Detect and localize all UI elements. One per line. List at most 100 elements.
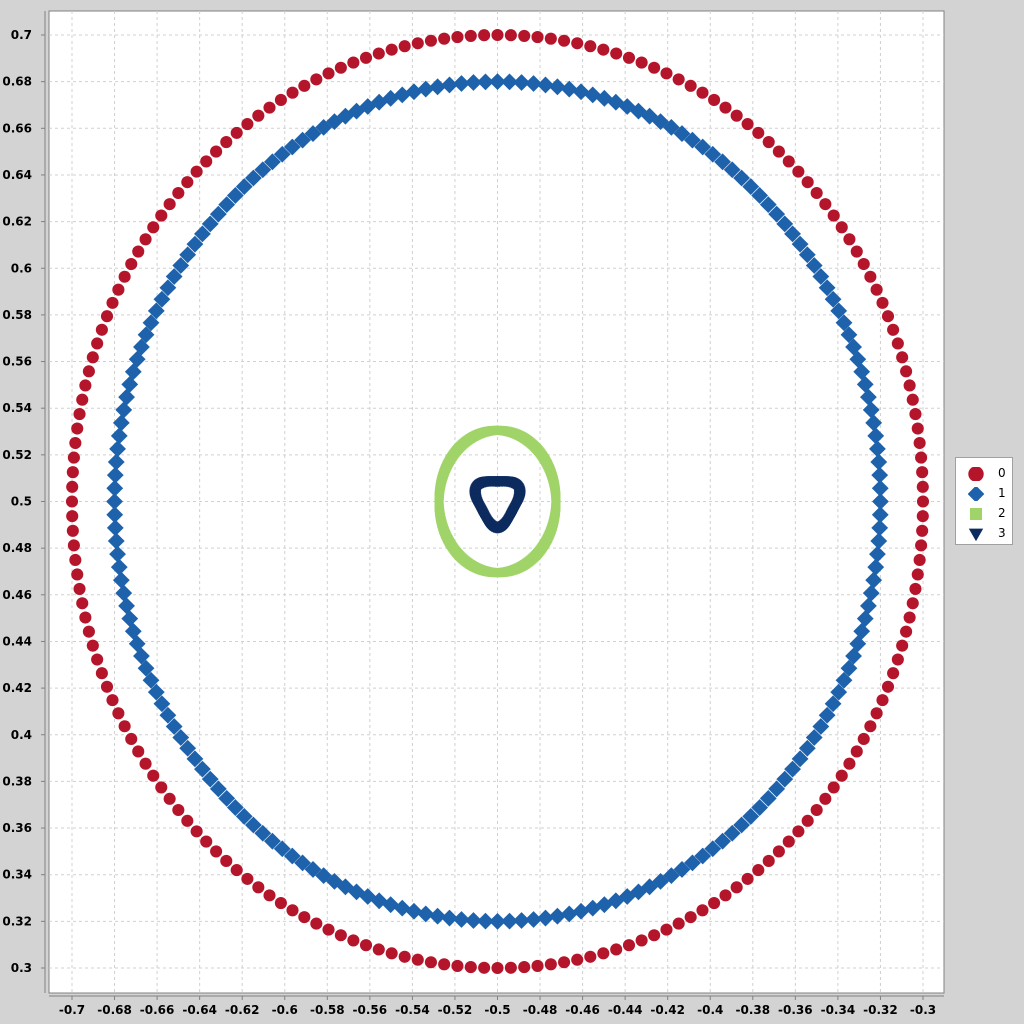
data-point	[491, 961, 504, 975]
data-point	[835, 221, 848, 234]
data-point	[870, 707, 883, 720]
data-point	[86, 639, 99, 652]
legend-marker-square-icon	[970, 508, 982, 520]
data-point	[200, 155, 213, 168]
data-point	[887, 667, 900, 680]
data-point	[274, 93, 287, 107]
data-point	[65, 495, 79, 508]
data-point	[163, 198, 176, 211]
x-tick-label: -0.4	[697, 1003, 723, 1017]
data-point	[610, 943, 623, 956]
data-point	[903, 379, 916, 392]
data-point	[558, 956, 571, 969]
data-point	[76, 393, 89, 406]
data-point	[132, 745, 145, 758]
data-point	[916, 524, 929, 537]
data-point	[896, 351, 909, 364]
data-point	[91, 337, 104, 350]
data-point	[558, 34, 571, 47]
data-point	[504, 29, 517, 42]
data-point	[827, 209, 840, 222]
legend-marker	[970, 508, 982, 520]
data-point	[916, 466, 929, 479]
data-point	[322, 67, 335, 80]
data-point	[71, 422, 84, 435]
data-point	[635, 56, 648, 69]
data-point	[438, 32, 451, 45]
data-point	[200, 835, 213, 848]
data-point	[172, 186, 185, 200]
data-point	[881, 680, 895, 693]
data-point	[584, 950, 597, 963]
legend-label: 3	[998, 526, 1006, 540]
data-point	[906, 393, 919, 406]
data-point	[91, 653, 104, 666]
data-point	[551, 498, 561, 508]
legend-marker	[968, 467, 984, 481]
y-tick-label: 0.4	[11, 728, 32, 742]
data-point	[518, 961, 531, 974]
y-tick-label: 0.46	[2, 588, 32, 602]
y-tick-label: 0.36	[2, 821, 32, 835]
data-point	[870, 283, 883, 296]
data-point	[181, 176, 194, 189]
data-point	[792, 165, 805, 178]
data-point	[334, 61, 347, 74]
x-tick-label: -0.64	[182, 1003, 217, 1017]
data-point	[916, 510, 929, 523]
data-point	[903, 611, 916, 624]
data-point	[438, 958, 451, 971]
data-point	[887, 323, 900, 336]
data-point	[118, 720, 131, 733]
data-point	[66, 524, 79, 537]
data-point	[100, 680, 114, 693]
data-point	[891, 653, 904, 666]
y-tick-label: 0.5	[11, 495, 32, 509]
data-point	[752, 864, 765, 877]
legend-label: 1	[998, 486, 1006, 500]
data-point	[359, 51, 373, 64]
legend-marker-circle-icon	[968, 467, 984, 481]
data-point	[684, 79, 697, 92]
data-point	[801, 176, 814, 189]
data-point	[298, 911, 311, 924]
legend: 0 1 2 3	[955, 457, 1013, 545]
data-point	[911, 422, 924, 435]
y-tick-label: 0.42	[2, 681, 32, 695]
data-point	[67, 451, 80, 464]
data-point	[82, 365, 95, 378]
y-tick-label: 0.48	[2, 541, 32, 555]
data-point	[155, 209, 168, 222]
y-tick-label: 0.64	[2, 168, 32, 182]
data-point	[819, 792, 832, 805]
data-point	[906, 597, 919, 610]
data-point	[66, 510, 79, 523]
data-point	[73, 408, 86, 421]
y-tick-label: 0.58	[2, 308, 32, 322]
data-point	[190, 825, 203, 838]
y-tick-label: 0.54	[2, 401, 32, 415]
data-point	[876, 694, 889, 707]
data-point	[491, 28, 504, 42]
data-point	[610, 47, 623, 60]
legend-label: 0	[998, 466, 1006, 480]
data-point	[79, 611, 92, 624]
data-point	[112, 707, 125, 720]
x-tick-label: -0.62	[225, 1003, 260, 1017]
legend-item: 3	[956, 524, 1012, 544]
data-point	[660, 67, 673, 80]
data-point	[263, 101, 276, 114]
data-point	[100, 310, 114, 323]
y-tick-label: 0.3	[11, 961, 32, 975]
data-point	[347, 934, 360, 947]
data-point	[478, 961, 491, 974]
y-tick-label: 0.52	[2, 448, 32, 462]
legend-item: 1	[956, 484, 1012, 504]
data-point	[544, 958, 557, 971]
data-point	[622, 939, 636, 952]
data-point	[719, 101, 732, 114]
data-point	[310, 73, 323, 86]
x-tick-label: -0.7	[59, 1003, 85, 1017]
x-tick-label: -0.56	[353, 1003, 388, 1017]
y-tick-label: 0.38	[2, 774, 32, 788]
